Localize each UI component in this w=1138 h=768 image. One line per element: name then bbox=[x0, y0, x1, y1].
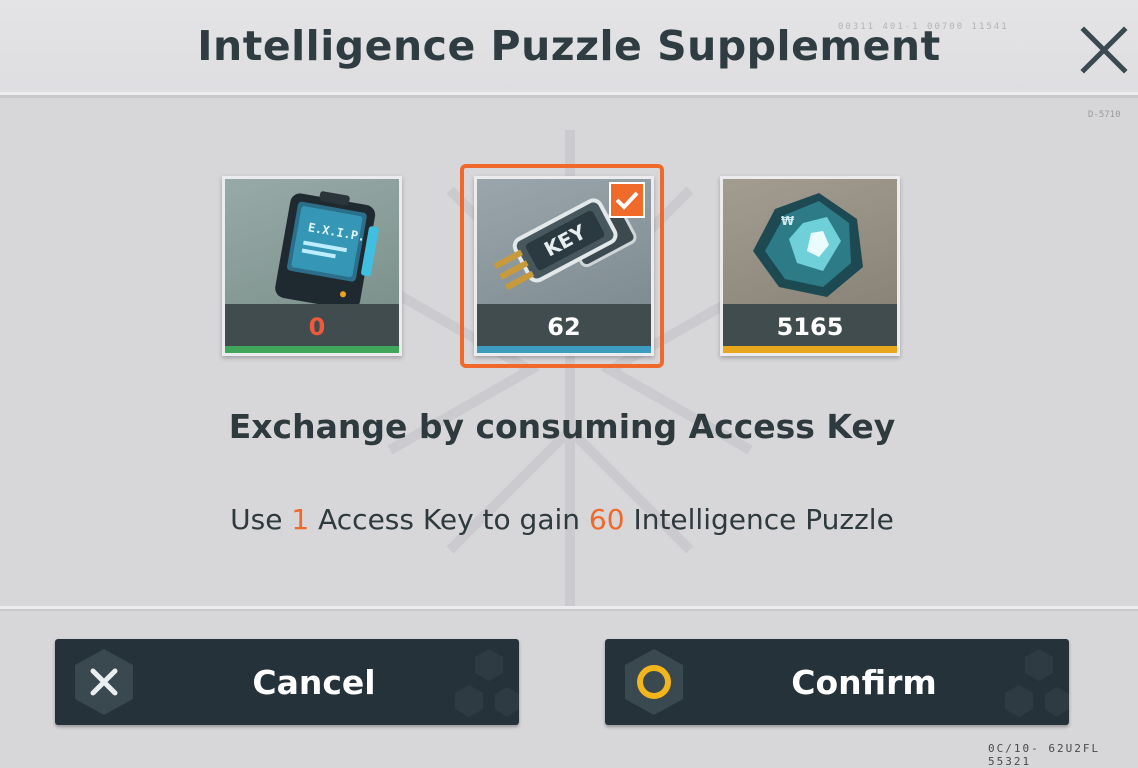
exchange-title: Exchange by consuming Access Key bbox=[228, 407, 896, 446]
gain-amount: 60 bbox=[588, 503, 625, 536]
item-count: 5165 bbox=[776, 313, 844, 341]
footer-code: 0C/10- 62U2FL 55321 bbox=[988, 742, 1101, 768]
cost-amount: 1 bbox=[291, 503, 310, 536]
item-art: E.X.I.P. bbox=[225, 179, 399, 310]
cancel-label: Cancel bbox=[252, 663, 376, 702]
desc-prefix: Use bbox=[230, 503, 292, 536]
checkmark-icon bbox=[609, 182, 645, 218]
cancel-button[interactable]: Cancel bbox=[55, 639, 519, 725]
item-card-crystal[interactable]: ₩ 5165 bbox=[720, 176, 900, 356]
svg-text:₩: ₩ bbox=[781, 214, 795, 228]
dialog-header: 00311 401-1 00700 11541 Intelligence Puz… bbox=[0, 0, 1138, 95]
desc-middle: Access Key to gain bbox=[309, 503, 589, 536]
crystal-icon: ₩ bbox=[753, 193, 863, 297]
rarity-stripe bbox=[723, 346, 897, 353]
confirm-label: Confirm bbox=[791, 663, 937, 702]
divider bbox=[0, 606, 1138, 609]
confirm-button[interactable]: Confirm bbox=[605, 639, 1069, 725]
item-count: 0 bbox=[308, 313, 326, 341]
side-code: D-5710 bbox=[1088, 110, 1121, 120]
item-count: 62 bbox=[547, 313, 581, 341]
dialog-title: Intelligence Puzzle Supplement bbox=[197, 22, 941, 70]
desc-suffix: Intelligence Puzzle bbox=[624, 503, 894, 536]
rarity-stripe bbox=[225, 346, 399, 353]
item-art: ₩ bbox=[723, 179, 897, 304]
data-card-icon: E.X.I.P. bbox=[275, 191, 379, 310]
close-icon[interactable] bbox=[1078, 24, 1130, 76]
rarity-stripe bbox=[477, 346, 651, 353]
item-card-intelligence-module[interactable]: E.X.I.P. 0 bbox=[222, 176, 402, 356]
exchange-description: Use 1 Access Key to gain 60 Intelligence… bbox=[0, 503, 1124, 536]
